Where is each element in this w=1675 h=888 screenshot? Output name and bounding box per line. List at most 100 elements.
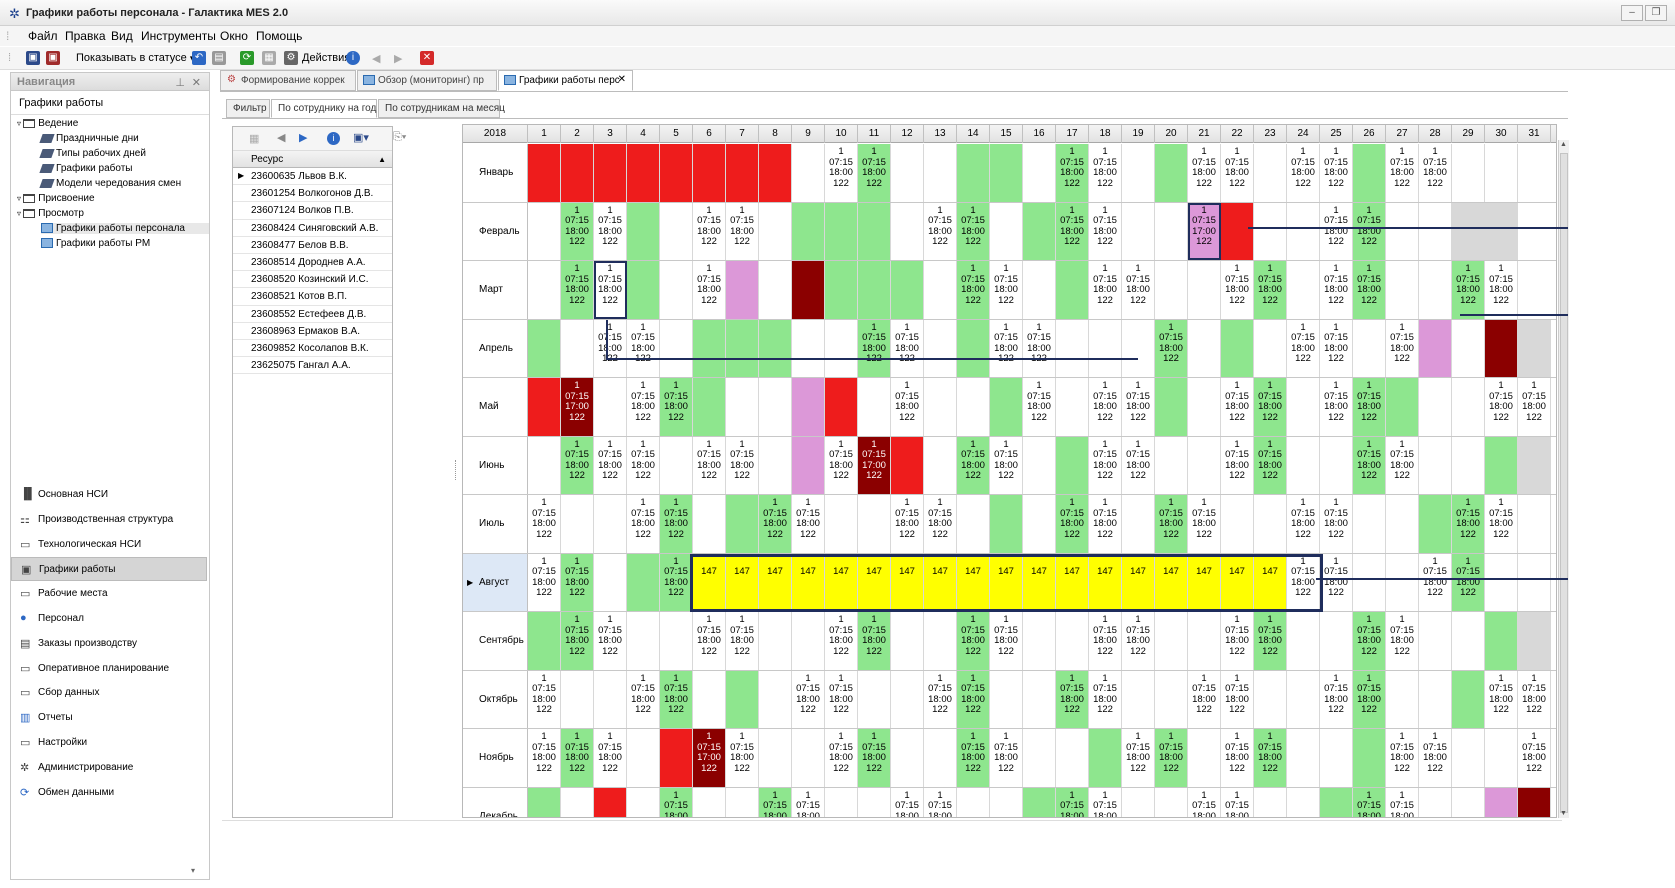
day-cell[interactable]: 107:1518:00122 (1353, 436, 1386, 494)
day-cell[interactable]: 1 07:15 17:00 122 (693, 729, 726, 787)
resource-row[interactable]: 23608552 Естефеев Д.В. (233, 306, 392, 323)
day-cell[interactable]: 107:1518:00122 (1089, 261, 1122, 319)
day-cell[interactable]: 107:1518:00122 (1320, 144, 1353, 202)
day-cell[interactable] (594, 144, 627, 202)
day-cell[interactable] (1320, 787, 1353, 817)
resource-header[interactable]: Ресурс ▲ (233, 151, 392, 168)
day-cell[interactable]: 107:1518:00122 (1254, 612, 1287, 670)
day-cell[interactable] (1188, 612, 1221, 670)
day-cell[interactable] (693, 319, 726, 377)
day-cell[interactable]: 107:1518:00122 (1155, 729, 1188, 787)
day-cell[interactable]: 107:1518:00122 (726, 612, 759, 670)
day-cell[interactable] (1254, 670, 1287, 728)
day-cell[interactable] (891, 612, 924, 670)
day-cell[interactable] (858, 202, 891, 260)
save-icon[interactable]: ▣ (26, 50, 40, 66)
day-cell[interactable] (528, 436, 561, 494)
day-cell[interactable] (693, 787, 726, 817)
nav-section[interactable]: ▭ Технологическая НСИ (11, 533, 207, 557)
save-icon[interactable]: ▣▾ (353, 131, 369, 144)
day-cell[interactable] (792, 144, 825, 202)
day-cell[interactable] (1452, 319, 1485, 377)
day-cell[interactable] (1452, 729, 1485, 787)
day-cell[interactable]: 107:1518:00122 (660, 553, 693, 611)
day-cell[interactable]: 107:1518:00122 (1386, 729, 1419, 787)
day-cell[interactable] (858, 787, 891, 817)
day-cell[interactable] (1155, 261, 1188, 319)
day-cell[interactable] (957, 787, 990, 817)
day-cell[interactable] (1386, 495, 1419, 553)
resource-row[interactable]: 23608520 Козинский И.С. (233, 271, 392, 289)
day-cell[interactable]: 107:1518:00122 (1188, 144, 1221, 202)
scrollbar-thumb[interactable] (1560, 153, 1568, 813)
day-cell[interactable]: 107:1518:00122 (759, 787, 792, 817)
day-cell[interactable]: 107:1518:00122 (1452, 495, 1485, 553)
resource-row[interactable]: 23601254 Волкогонов Д.В. (233, 185, 392, 203)
nav-section[interactable]: ⟳ Обмен данными (11, 781, 207, 805)
day-cell[interactable]: 107:1518:00122 (561, 729, 594, 787)
day-cell[interactable] (1122, 787, 1155, 817)
day-cell[interactable]: 107:1518:00122 (924, 670, 957, 728)
day-cell[interactable]: 107:1518:00122 (1254, 436, 1287, 494)
day-cell[interactable] (1155, 144, 1188, 202)
day-cell[interactable] (1254, 787, 1287, 817)
day-cell[interactable]: 107:1518:00122 (1155, 319, 1188, 377)
nav-section[interactable]: ▭ Оперативное планирование (11, 657, 207, 681)
day-cell[interactable] (594, 495, 627, 553)
undo-icon[interactable]: ↶ (192, 50, 206, 66)
close-red-icon[interactable]: ✕ (420, 50, 434, 66)
day-cell[interactable]: 107:1518:00122 (1320, 495, 1353, 553)
day-cell[interactable] (1485, 144, 1518, 202)
day-cell[interactable] (1287, 261, 1320, 319)
day-cell[interactable]: 107:1518:00122 (1353, 787, 1386, 817)
day-cell[interactable] (1452, 787, 1485, 817)
nav-section[interactable]: ● Персонал (11, 607, 207, 631)
day-cell[interactable]: 107:1518:00122 (1155, 495, 1188, 553)
day-cell[interactable] (1155, 670, 1188, 728)
day-cell[interactable] (957, 378, 990, 436)
day-cell[interactable]: 147 (1155, 553, 1188, 611)
day-cell[interactable]: 147 (990, 553, 1023, 611)
resource-row[interactable]: 23608514 Дороднев А.А. (233, 254, 392, 272)
day-cell[interactable] (561, 787, 594, 817)
day-cell[interactable] (1320, 612, 1353, 670)
day-cell[interactable] (1485, 319, 1518, 377)
day-cell[interactable] (1485, 612, 1518, 670)
day-cell[interactable] (990, 144, 1023, 202)
day-cell[interactable]: 107:1518:00122 (1518, 670, 1551, 728)
day-cell[interactable]: 107:1518:00122 (1221, 729, 1254, 787)
day-cell[interactable]: 107:1518:00122 (1089, 144, 1122, 202)
day-cell[interactable] (627, 612, 660, 670)
day-cell[interactable] (858, 378, 891, 436)
day-cell[interactable] (693, 495, 726, 553)
resource-row[interactable]: 23608963 Ермаков В.А. (233, 323, 392, 340)
day-cell[interactable]: 147 (1188, 553, 1221, 611)
day-cell[interactable]: 107:1518:00122 (627, 378, 660, 436)
day-cell[interactable]: 107:1518:00122 (1089, 436, 1122, 494)
day-cell[interactable]: 147 (1089, 553, 1122, 611)
day-cell[interactable]: 107:1518:00122 (1122, 378, 1155, 436)
day-cell[interactable]: 147 (891, 553, 924, 611)
day-cell[interactable] (1188, 436, 1221, 494)
day-cell[interactable]: 107:1518:00122 (1122, 261, 1155, 319)
day-cell[interactable]: 107:1518:00122 (825, 612, 858, 670)
print-icon[interactable]: ▤ (212, 50, 226, 66)
day-cell[interactable]: 107:1518:00122 (1320, 319, 1353, 377)
day-cell[interactable]: 107:1518:00122 (1056, 495, 1089, 553)
day-cell[interactable]: 107:1518:00122 (1287, 144, 1320, 202)
day-cell[interactable] (1419, 202, 1452, 260)
nav-section[interactable]: ▤ Заказы производству (11, 632, 207, 656)
day-cell[interactable] (528, 202, 561, 260)
day-cell[interactable]: 147 (792, 553, 825, 611)
pin-icon[interactable]: ⊥ (175, 76, 185, 89)
day-cell[interactable] (1353, 729, 1386, 787)
day-cell[interactable]: 107:1518:00122 (693, 202, 726, 260)
day-cell[interactable] (990, 202, 1023, 260)
day-cell[interactable] (1452, 202, 1485, 260)
day-cell[interactable]: 107:1518:00122 (858, 144, 891, 202)
day-cell[interactable]: 107:1518:00122 (1353, 202, 1386, 260)
day-cell[interactable] (1518, 553, 1551, 611)
vertical-scrollbar[interactable]: ▲ ▼ (1558, 140, 1569, 818)
day-cell[interactable] (1188, 261, 1221, 319)
day-cell[interactable]: 107:1518:00122 (1221, 144, 1254, 202)
